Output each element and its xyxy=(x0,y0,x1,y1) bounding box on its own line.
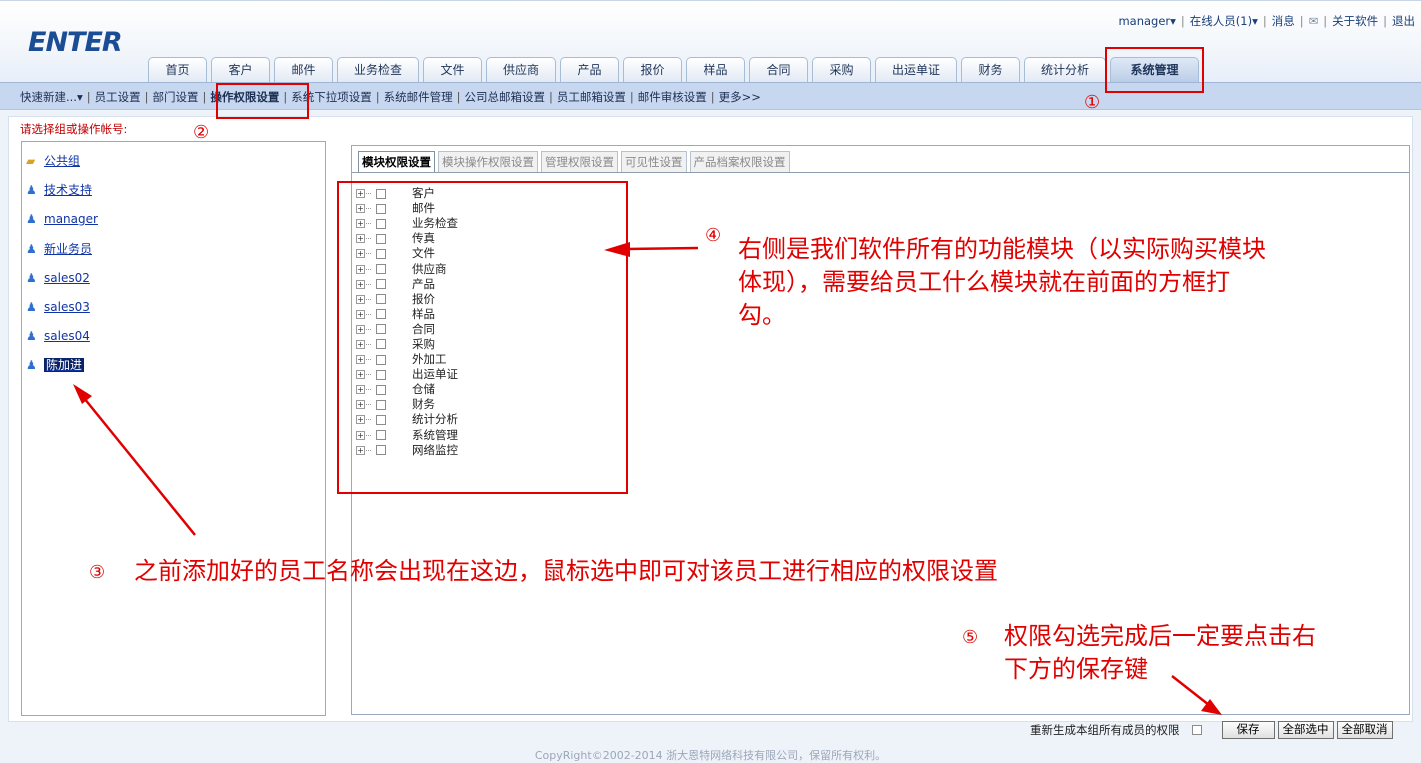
group-folder-icon: ▰ xyxy=(26,154,36,168)
account-sales03[interactable]: ♟ sales03 xyxy=(26,298,90,316)
account-new-salesperson[interactable]: ♟ 新业务员 xyxy=(26,240,92,258)
sub-navigation: 快速新建...▾ | 员工设置 | 部门设置 | 操作权限设置 | 系统下拉项设置 | 系统邮件管理… xyxy=(0,82,1421,110)
user-icon: ♟ xyxy=(26,183,37,197)
annotation-number-3: ③ xyxy=(89,562,106,583)
tab-home[interactable]: 首页 xyxy=(148,57,207,83)
annotation-number-1: ① xyxy=(1084,92,1101,113)
regenerate-permissions-checkbox[interactable] xyxy=(1191,725,1202,735)
quick-new-menu[interactable]: 快速新建...▾ xyxy=(20,90,83,104)
regenerate-permissions-label: 重新生成本组所有成员的权限 xyxy=(1030,723,1180,737)
user-icon: ♟ xyxy=(26,300,37,314)
tab-module-permissions[interactable]: 模块权限设置 xyxy=(358,151,435,172)
subnav-employee-mailbox[interactable]: 员工邮箱设置 xyxy=(557,90,626,104)
subnav-system-mail[interactable]: 系统邮件管理 xyxy=(384,90,453,104)
copyright: CopyRight©2002-2014 浙大恩特网络科技有限公司，保留所有权利。 xyxy=(534,749,887,762)
tab-shipping-docs[interactable]: 出运单证 xyxy=(875,57,957,83)
tab-sample[interactable]: 样品 xyxy=(686,57,745,83)
tab-product[interactable]: 产品 xyxy=(560,57,619,83)
main-tabs: 首页 客户 邮件 业务检查 文件 供应商 产品 报价 样品 合同 采购 出运单证… xyxy=(148,53,1203,83)
footer-actions: 重新生成本组所有成员的权限 保存 全部选中 全部取消 xyxy=(1030,719,1396,741)
account-sales02[interactable]: ♟ sales02 xyxy=(26,269,90,287)
user-icon: ♟ xyxy=(26,329,37,343)
user-icon: ♟ xyxy=(26,358,37,372)
annotation-number-5: ⑤ xyxy=(962,627,979,648)
account-sales04[interactable]: ♟ sales04 xyxy=(26,327,90,345)
messages-link[interactable]: 消息 xyxy=(1272,14,1295,28)
save-button[interactable]: 保存 xyxy=(1221,721,1275,739)
subnav-department-settings[interactable]: 部门设置 xyxy=(153,90,199,104)
tab-customer[interactable]: 客户 xyxy=(211,57,270,83)
annotation-number-2: ② xyxy=(193,122,210,143)
tab-business-check[interactable]: 业务检查 xyxy=(337,57,419,83)
tab-files[interactable]: 文件 xyxy=(423,57,482,83)
tab-management-permissions[interactable]: 管理权限设置 xyxy=(541,151,618,172)
top-links: manager▾ | 在线人员(1)▾ | 消息 | ✉ | 关于软件 | 退出 xyxy=(1118,14,1415,28)
tab-visibility-settings[interactable]: 可见性设置 xyxy=(621,151,687,172)
select-account-prompt: 请选择组或操作帐号: xyxy=(20,122,128,136)
subnav-employee-settings[interactable]: 员工设置 xyxy=(95,90,141,104)
subnav-more[interactable]: 更多>> xyxy=(719,90,761,104)
about-link[interactable]: 关于软件 xyxy=(1332,14,1378,28)
deselect-all-button[interactable]: 全部取消 xyxy=(1336,721,1393,739)
tab-product-archive-permissions[interactable]: 产品档案权限设置 xyxy=(689,151,790,172)
highlight-box-4 xyxy=(337,181,628,494)
tab-finance[interactable]: 财务 xyxy=(961,57,1020,83)
tab-quote[interactable]: 报价 xyxy=(623,57,682,83)
tab-supplier[interactable]: 供应商 xyxy=(486,57,556,83)
tab-contract[interactable]: 合同 xyxy=(749,57,808,83)
subnav-mail-review[interactable]: 邮件审核设置 xyxy=(638,90,707,104)
annotation-text-5: 权限勾选完成后一定要点击右 下方的保存键 xyxy=(1004,622,1316,683)
user-icon: ♟ xyxy=(26,271,37,285)
account-chen-jiajin[interactable]: ♟ 陈加进 xyxy=(26,356,85,374)
account-tech-support[interactable]: ♟ 技术支持 xyxy=(26,181,92,199)
select-all-button[interactable]: 全部选中 xyxy=(1277,721,1334,739)
annotation-text-3: 之前添加好的员工名称会出现在这边，鼠标选中即可对该员工进行相应的权限设置 xyxy=(134,557,998,585)
tab-module-operation-permissions[interactable]: 模块操作权限设置 xyxy=(438,151,538,172)
user-icon: ♟ xyxy=(26,242,37,256)
enter-logo: ENTER xyxy=(28,27,123,58)
subnav-company-mailbox[interactable]: 公司总邮箱设置 xyxy=(465,90,546,104)
account-public-group[interactable]: ▰ 公共组 xyxy=(26,152,80,170)
highlight-box-2 xyxy=(216,83,309,119)
tab-purchase[interactable]: 采购 xyxy=(812,57,871,83)
user-icon: ♟ xyxy=(26,212,37,226)
account-manager[interactable]: ♟ manager xyxy=(26,210,98,228)
highlight-box-1 xyxy=(1105,47,1204,93)
header: ENTER manager▾ | 在线人员(1)▾ | 消息 | ✉ | 关于软件 | 退出 首页 … xyxy=(0,0,1421,83)
tab-statistics[interactable]: 统计分析 xyxy=(1024,57,1106,83)
wechat-icon[interactable]: ✉ xyxy=(1309,14,1319,28)
logout-link[interactable]: 退出 xyxy=(1392,14,1415,28)
annotation-text-4: 右侧是我们软件所有的功能模块（以实际购买模块 体现），需要给员工什么模块就在前面… xyxy=(738,235,1266,329)
annotation-number-4: ④ xyxy=(705,225,722,246)
account-list-panel: ▰ 公共组 ♟ 技术支持 ♟ manager ♟ 新业务员 ♟ sales02 ♟ sale… xyxy=(21,141,326,716)
online-users-menu[interactable]: 在线人员(1)▾ xyxy=(1190,14,1258,28)
user-menu[interactable]: manager▾ xyxy=(1118,14,1175,28)
permission-tabs: 模块权限设置 模块操作权限设置 管理权限设置 可见性设置 产品档案权限设置 xyxy=(358,151,793,172)
tab-mail[interactable]: 邮件 xyxy=(274,57,333,83)
